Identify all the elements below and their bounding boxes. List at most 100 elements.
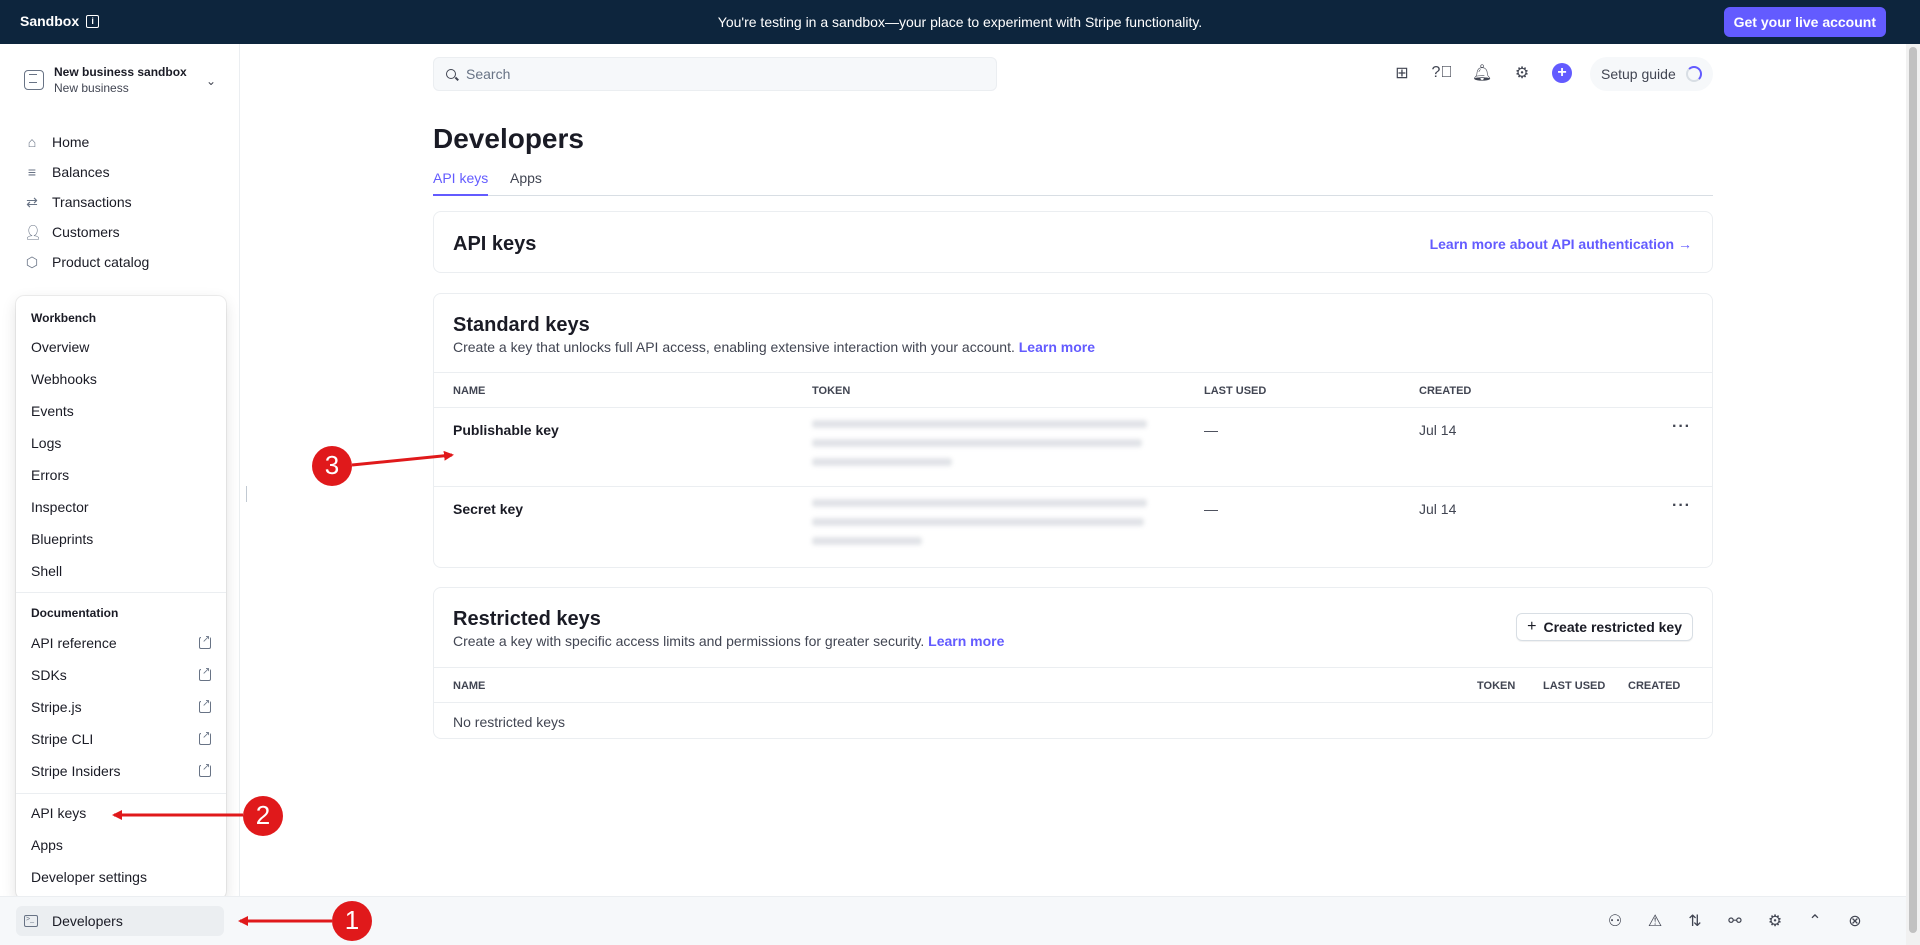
standard-keys-heading: Standard keys [453, 314, 590, 336]
webhook-icon[interactable]: ⚯ [1715, 911, 1755, 931]
description-text: Create a key that unlocks full API acces… [453, 339, 1015, 355]
header-icons: ⊞ ?⃝ 🔔︎ ⚙ + [1382, 63, 1582, 83]
plus-icon: + [1527, 618, 1537, 635]
restricted-keys-card: Restricted keys Create a key with specif… [433, 587, 1713, 739]
developers-menu: Workbench Overview Webhooks Events Logs … [16, 296, 226, 899]
balances-icon: ≡ [27, 164, 37, 180]
external-link-icon [199, 730, 211, 745]
empty-state: No restricted keys [453, 714, 566, 730]
annotation-badge-3: 3 [312, 446, 352, 486]
sort-arrows-icon[interactable]: ⇅ [1675, 911, 1715, 931]
menu-item-sdks[interactable]: SDKs [31, 666, 211, 683]
external-link-icon [199, 634, 211, 649]
menu-item-label: Stripe CLI [31, 731, 94, 747]
bell-icon[interactable]: 🔔︎ [1462, 63, 1502, 83]
page-title: Developers [433, 123, 584, 154]
standard-keys-description: Create a key that unlocks full API acces… [453, 339, 1095, 355]
sidebar-item-customers[interactable]: 👤︎ Customers [24, 217, 224, 247]
sidebar-item-label: Home [52, 134, 90, 150]
toolbar-icons: ⚇ ⚠ ⇅ ⚯ ⚙ ⌃ ⊗ [1595, 911, 1875, 931]
close-icon[interactable]: ⊗ [1835, 911, 1875, 931]
table-row[interactable]: Secret key — Jul 14 ··· [434, 487, 1712, 567]
page-scrollbar[interactable] [1906, 44, 1920, 945]
get-live-account-button[interactable]: Get your live account [1723, 7, 1886, 37]
help-icon[interactable]: ?⃝ [1422, 64, 1462, 82]
account-switcher[interactable]: New business sandbox New business ⌄ [16, 57, 224, 103]
created-value: Jul 14 [1419, 422, 1457, 438]
menu-item-apps[interactable]: Apps [31, 837, 211, 853]
progress-ring-icon [1685, 66, 1702, 82]
sandbox-message: You're testing in a sandbox—your place t… [717, 14, 1203, 30]
menu-item-events[interactable]: Events [31, 403, 211, 419]
create-restricted-key-label: Create restricted key [1543, 619, 1682, 635]
column-name: NAME [453, 385, 486, 397]
menu-item-stripejs[interactable]: Stripe.js [31, 698, 211, 715]
column-token: TOKEN [812, 385, 851, 397]
restricted-keys-description: Create a key with specific access limits… [453, 633, 1004, 649]
standard-keys-card: Standard keys Create a key that unlocks … [433, 293, 1713, 568]
setup-guide-label: Setup guide [1601, 66, 1676, 82]
table-header: NAME TOKEN LAST USED CREATED [434, 667, 1712, 703]
sidebar-item-transactions[interactable]: ⇄ Transactions [24, 187, 224, 217]
account-subname: New business [54, 81, 129, 95]
menu-item-inspector[interactable]: Inspector [31, 499, 211, 515]
sidebar-item-home[interactable]: ⌂ Home [24, 127, 224, 157]
search-placeholder: Search [466, 66, 511, 82]
key-name: Secret key [453, 501, 524, 517]
gear-icon[interactable]: ⚙ [1755, 911, 1795, 931]
sandbox-banner: Sandbox i You're testing in a sandbox—yo… [0, 0, 1920, 44]
annotation-badge-1: 1 [332, 901, 372, 941]
menu-item-label: SDKs [31, 667, 67, 683]
menu-item-overview[interactable]: Overview [31, 339, 211, 355]
create-plus-icon[interactable]: + [1552, 63, 1572, 83]
more-actions-icon[interactable]: ··· [1672, 418, 1691, 436]
workbench-heading: Workbench [31, 311, 97, 325]
chevron-down-icon: ⌄ [205, 74, 216, 88]
column-name: NAME [453, 680, 486, 692]
menu-item-blueprints[interactable]: Blueprints [31, 531, 211, 547]
search-input[interactable]: Search [433, 57, 997, 91]
key-name: Publishable key [453, 422, 559, 438]
tab-api-keys[interactable]: API keys [433, 170, 489, 196]
menu-item-errors[interactable]: Errors [31, 467, 211, 483]
api-keys-heading: API keys [453, 233, 537, 255]
settings-gear-icon[interactable]: ⚙ [1502, 63, 1542, 83]
table-header: NAME TOKEN LAST USED CREATED [434, 372, 1712, 408]
learn-more-link[interactable]: Learn more [1019, 339, 1095, 355]
chevron-up-icon[interactable]: ⌃ [1795, 911, 1835, 931]
description-text: Create a key with specific access limits… [453, 633, 925, 649]
setup-guide-button[interactable]: Setup guide [1590, 57, 1713, 91]
tab-apps[interactable]: Apps [510, 170, 542, 196]
search-icon [446, 69, 456, 79]
apps-grid-icon[interactable]: ⊞ [1382, 63, 1422, 83]
menu-item-label: API reference [31, 635, 117, 651]
more-actions-icon[interactable]: ··· [1672, 497, 1691, 515]
annotation-badge-2: 2 [243, 796, 283, 836]
publishable-key-token[interactable] [812, 420, 1147, 477]
learn-api-auth-link[interactable]: Learn more about API authentication → [1430, 236, 1692, 252]
menu-item-api-keys[interactable]: API keys [31, 805, 211, 821]
external-link-icon [199, 698, 211, 713]
menu-item-shell[interactable]: Shell [31, 563, 211, 579]
warning-icon[interactable]: ⚠ [1635, 911, 1675, 931]
scrollbar-thumb[interactable] [1909, 47, 1917, 933]
menu-item-logs[interactable]: Logs [31, 435, 211, 451]
external-link-icon [199, 762, 211, 777]
binoculars-icon[interactable]: ⚇ [1595, 911, 1635, 931]
menu-item-stripe-insiders[interactable]: Stripe Insiders [31, 762, 211, 779]
menu-item-developer-settings[interactable]: Developer settings [31, 869, 211, 885]
menu-item-stripe-cli[interactable]: Stripe CLI [31, 730, 211, 747]
menu-item-webhooks[interactable]: Webhooks [31, 371, 211, 387]
api-keys-card: API keys Learn more about API authentica… [433, 211, 1713, 273]
sidebar-item-balances[interactable]: ≡ Balances [24, 157, 224, 187]
resize-handle[interactable] [246, 486, 247, 502]
learn-more-link[interactable]: Learn more [928, 633, 1004, 649]
restricted-keys-heading: Restricted keys [453, 608, 601, 630]
table-row[interactable]: Publishable key — Jul 14 ··· [434, 408, 1712, 487]
secret-key-token[interactable] [812, 499, 1147, 556]
sidebar-item-label: Customers [52, 224, 120, 240]
developers-button[interactable]: >_ Developers [16, 906, 224, 936]
create-restricted-key-button[interactable]: + Create restricted key [1516, 613, 1693, 641]
sidebar-item-product-catalog[interactable]: ⬡ Product catalog [24, 247, 224, 277]
menu-item-api-reference[interactable]: API reference [31, 634, 211, 651]
